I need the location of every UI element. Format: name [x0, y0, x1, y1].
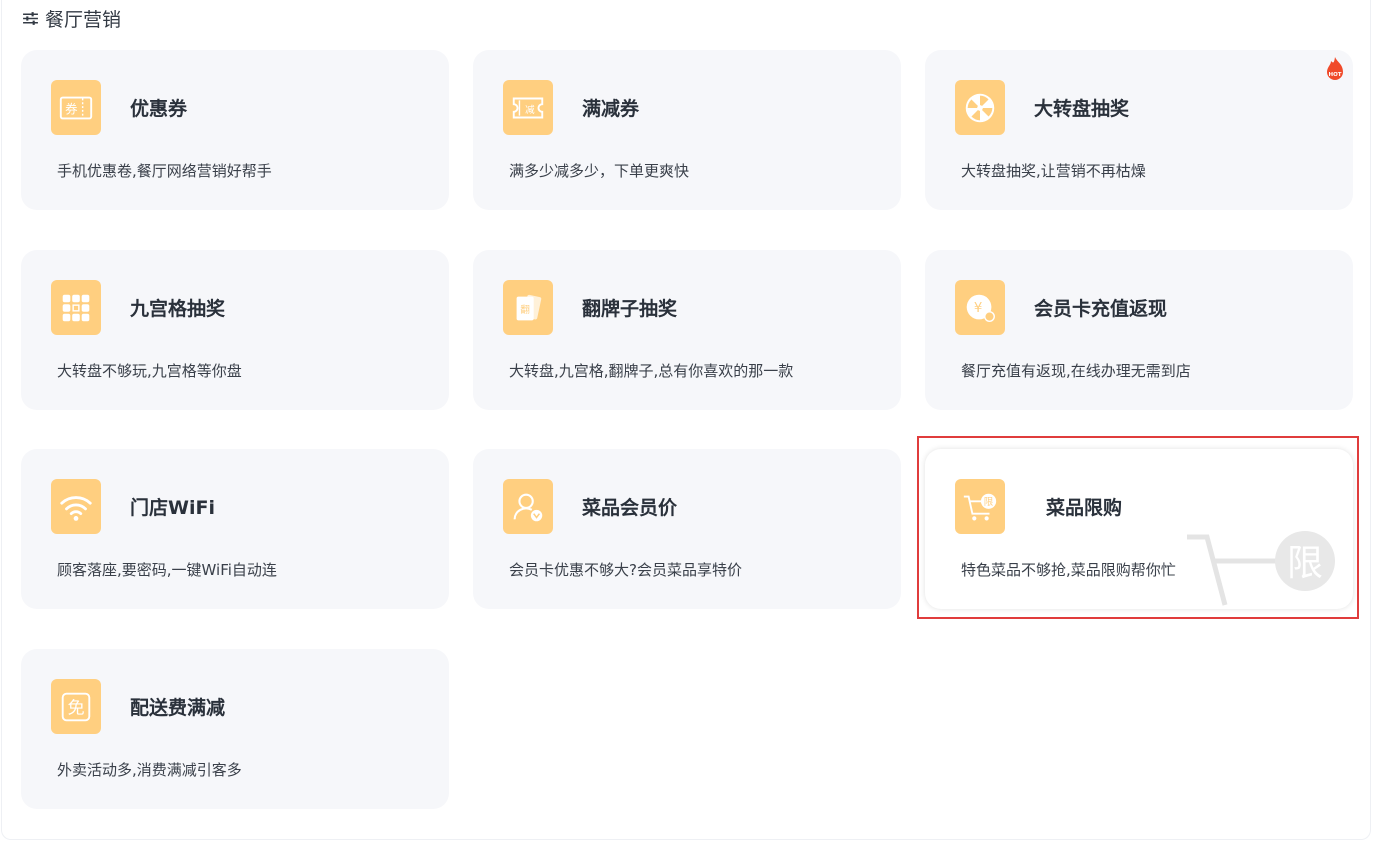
card-title: 满减券	[582, 98, 640, 120]
card-limited-purchase[interactable]: 限 限 菜品限购 特色菜品不够抢,菜品限购帮你忙	[925, 449, 1353, 609]
card-title: 大转盘抽奖	[1034, 98, 1130, 120]
wheel-icon	[955, 80, 1005, 135]
cart-watermark-icon: 限	[1187, 531, 1335, 606]
card-desc: 会员卡优惠不够大?会员菜品享特价	[509, 561, 742, 579]
card-store-wifi[interactable]: 门店WiFi 顾客落座,要密码,一键WiFi自动连	[21, 449, 449, 609]
card-title: 菜品限购	[1046, 497, 1123, 519]
card-title: 优惠券	[130, 98, 188, 120]
sliders-icon	[23, 11, 38, 25]
coupon-icon: 券	[51, 80, 101, 135]
grid-icon	[51, 280, 101, 335]
svg-text:¥: ¥	[974, 300, 982, 315]
card-desc: 大转盘,九宫格,翻牌子,总有你喜欢的那一款	[509, 362, 794, 380]
hot-badge-icon: HOT	[1327, 57, 1343, 80]
svg-text:HOT: HOT	[1328, 72, 1341, 78]
card-title: 门店WiFi	[130, 497, 215, 519]
limited-cart-icon: 限	[955, 479, 1005, 534]
card-title: 菜品会员价	[582, 497, 678, 519]
svg-text:免: 免	[67, 698, 84, 718]
card-desc: 大转盘抽奖,让营销不再枯燥	[961, 162, 1146, 180]
card-desc: 满多少减多少，下单更爽快	[509, 162, 690, 180]
card-grid-lottery[interactable]: 九宫格抽奖 大转盘不够玩,九宫格等你盘	[21, 250, 449, 410]
card-title: 会员卡充值返现	[1034, 298, 1168, 320]
section-header: 餐厅营销	[22, 6, 122, 31]
card-delivery-fee-discount[interactable]: 免 配送费满减 外卖活动多,消费满减引客多	[21, 649, 449, 809]
card-coupon[interactable]: 券 优惠券 手机优惠卷,餐厅网络营销好帮手	[21, 50, 449, 210]
cashback-coin-icon: ¥	[955, 280, 1005, 335]
free-delivery-icon: 免	[51, 679, 101, 734]
member-user-icon	[503, 479, 553, 534]
card-member-cashback[interactable]: ¥ 会员卡充值返现 餐厅充值有返现,在线办理无需到店	[925, 250, 1353, 410]
card-title: 翻牌子抽奖	[582, 298, 678, 320]
svg-text:限: 限	[1287, 543, 1323, 584]
card-desc: 手机优惠卷,餐厅网络营销好帮手	[57, 162, 272, 180]
card-title: 九宫格抽奖	[130, 298, 226, 320]
flip-card-icon: 翻	[503, 280, 553, 335]
card-title: 配送费满减	[130, 697, 226, 719]
card-flip-lottery[interactable]: 翻 翻牌子抽奖 大转盘,九宫格,翻牌子,总有你喜欢的那一款	[473, 250, 901, 410]
card-desc: 外卖活动多,消费满减引客多	[57, 761, 242, 779]
svg-text:限: 限	[984, 497, 994, 508]
card-desc: 顾客落座,要密码,一键WiFi自动连	[57, 561, 277, 579]
svg-text:翻: 翻	[520, 304, 530, 315]
card-desc: 餐厅充值有返现,在线办理无需到店	[961, 362, 1191, 380]
card-discount-ticket[interactable]: 减 满减券 满多少减多少，下单更爽快	[473, 50, 901, 210]
card-member-price[interactable]: 菜品会员价 会员卡优惠不够大?会员菜品享特价	[473, 449, 901, 609]
card-desc: 大转盘不够玩,九宫格等你盘	[57, 362, 242, 380]
discount-ticket-icon: 减	[503, 80, 553, 135]
svg-text:券: 券	[65, 101, 78, 116]
card-desc: 特色菜品不够抢,菜品限购帮你忙	[961, 561, 1176, 579]
section-title: 餐厅营销	[45, 8, 122, 31]
card-wheel-lottery[interactable]: 大转盘抽奖 大转盘抽奖,让营销不再枯燥 HOT	[925, 50, 1353, 210]
wifi-icon	[51, 479, 101, 534]
svg-text:减: 减	[525, 103, 535, 115]
